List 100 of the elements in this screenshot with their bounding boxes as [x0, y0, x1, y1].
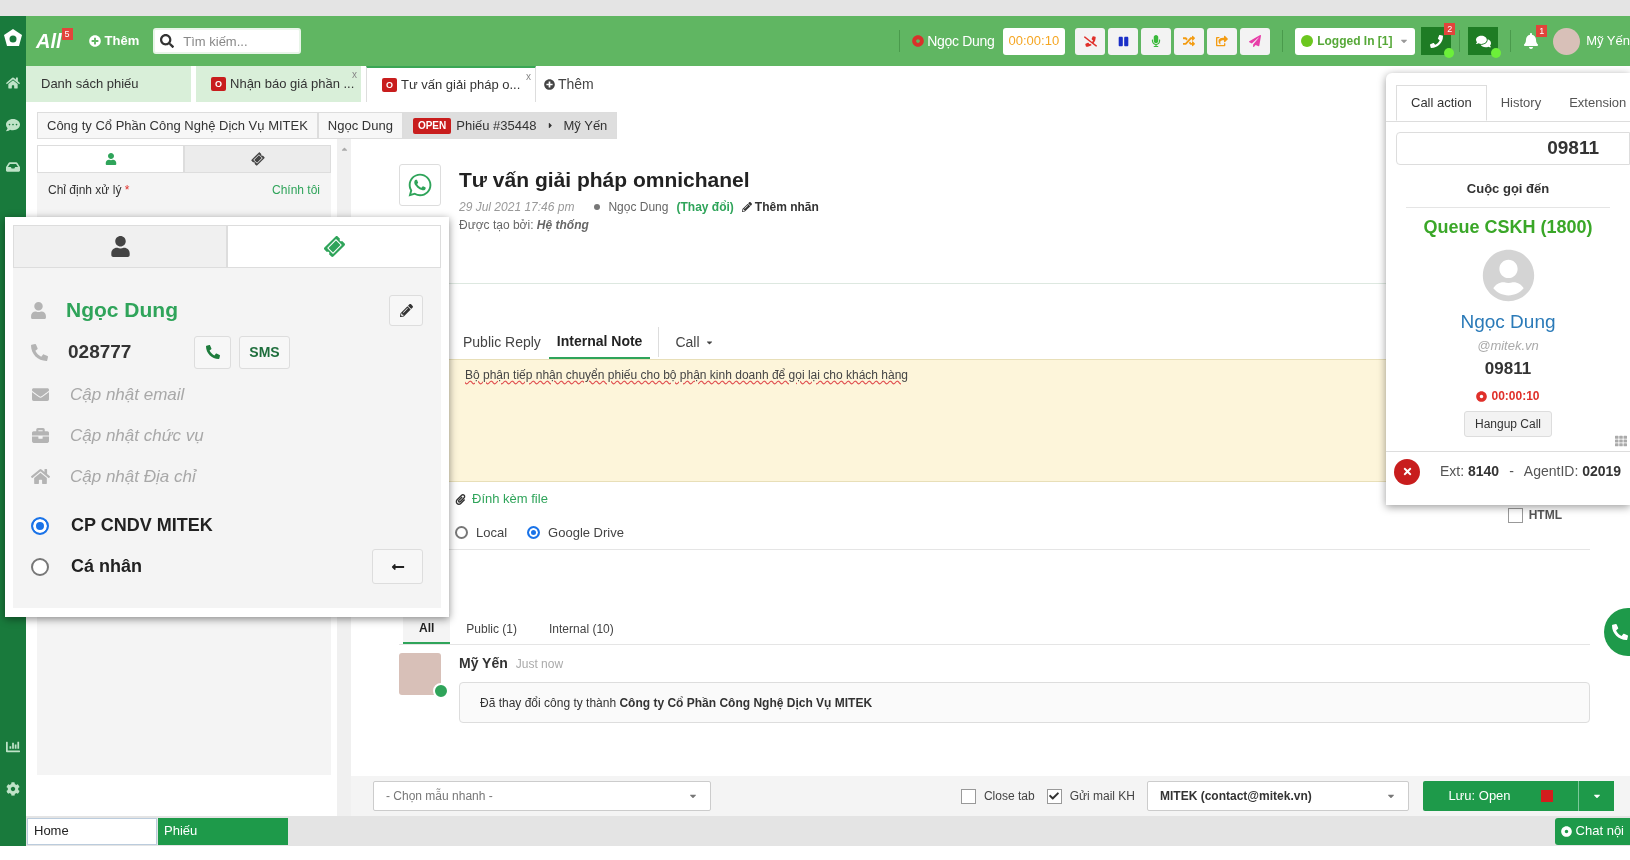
status-badge: O [382, 78, 397, 92]
caller-name: Ngọc Dung [927, 31, 995, 51]
field-label: Chỉ định xử lý * [48, 182, 130, 199]
status-badge: O [211, 77, 226, 91]
save-button[interactable]: Lưu: Open [1423, 781, 1578, 811]
activity-tab[interactable]: Internal (10) [533, 614, 630, 644]
transfer-button[interactable] [1207, 27, 1238, 55]
breadcrumb-link[interactable]: Ngọc Dung [317, 112, 403, 139]
radio-label[interactable]: Local [476, 522, 508, 543]
plus-icon [88, 35, 101, 47]
pause-icon [1117, 35, 1129, 47]
paper-plane-icon [1249, 35, 1262, 47]
phone-bubble-icon [407, 172, 433, 198]
search-field[interactable]: Tìm kiếm... [153, 28, 302, 54]
sms-button[interactable]: SMS [239, 335, 290, 369]
activity-tab[interactable]: Public (1) [450, 614, 534, 644]
radio-button[interactable] [31, 516, 49, 535]
inline-edit-field[interactable]: Cập nhật chức vụ [70, 422, 370, 449]
mailbox-select[interactable]: MITEK (contact@mitek.vn) [1147, 781, 1409, 811]
call-heading: Cuộc gọi đến [1465, 180, 1551, 198]
phone-number: 028777 [68, 339, 133, 364]
chat-button[interactable] [1468, 27, 1499, 55]
home-icon[interactable] [6, 76, 20, 90]
close-tab-button[interactable]: x [526, 69, 531, 84]
breadcrumb-link[interactable]: Công ty Cổ Phần Công Nghệ Dịch Vụ MITEK [37, 112, 318, 139]
caller-name: Ngọc Dung [1459, 309, 1557, 334]
radio-label[interactable]: Google Drive [548, 522, 624, 543]
send-button[interactable] [1240, 27, 1271, 55]
speech-bubble-icon[interactable] [6, 118, 20, 132]
phone-slash-icon [1083, 34, 1097, 48]
count-badge: 2 [1444, 23, 1456, 35]
settings-icon[interactable] [6, 782, 20, 796]
extension-label: Ext: 8140 [1440, 462, 1500, 481]
requester-name: Ngọc Dung [608, 198, 669, 216]
phone-icon [205, 345, 220, 359]
user-badge-icon [433, 683, 449, 699]
close-button[interactable] [1394, 458, 1420, 485]
hangup-button[interactable]: Hangup Call [1463, 411, 1552, 437]
radio-label[interactable]: CP CNDV MITEK [71, 512, 213, 539]
status-badge: OPEN [412, 117, 452, 134]
record-icon [1476, 390, 1488, 402]
inbox-icon[interactable] [6, 160, 20, 174]
checkmark-icon [1049, 791, 1060, 801]
checkbox-label[interactable]: Close tab [983, 787, 1035, 805]
activity-message: Đã thay đổi công ty thành Công ty Cổ Phần Công Nghệ Dịch Vụ MITEK [480, 694, 873, 712]
inline-edit-field[interactable]: Cập nhật email [70, 381, 370, 408]
microphone-icon [1150, 35, 1163, 47]
user-icon [31, 301, 46, 319]
shuffle-button[interactable] [1174, 27, 1205, 55]
call-button[interactable] [194, 335, 231, 369]
ticket-number: Phiếu #35448 [456, 116, 537, 135]
contact-name: Ngọc Dung [66, 297, 178, 324]
plus-icon [544, 78, 555, 90]
radio-label[interactable]: Cá nhân [71, 553, 142, 580]
phone-icon [31, 343, 48, 361]
chart-icon[interactable] [6, 740, 20, 754]
phone-icon [1612, 624, 1628, 640]
pause-button[interactable] [1108, 27, 1139, 55]
tab-label: Tư vấn giải pháp o... [401, 76, 521, 95]
radio-button[interactable] [455, 526, 468, 539]
ticket-icon [249, 150, 266, 168]
reply-tab[interactable]: Public Reply [455, 325, 549, 359]
number-field[interactable]: 09811 [1396, 132, 1630, 165]
chat-button[interactable]: Chat nội [1554, 817, 1630, 845]
bell-icon [1523, 33, 1540, 49]
briefcase-icon [31, 427, 50, 444]
share-icon [1216, 35, 1229, 47]
queue-name: Queue CSKH (1800) [1422, 215, 1594, 239]
user-avatar-icon [1481, 248, 1535, 302]
new-tab-button[interactable]: Thêm [536, 66, 602, 102]
ticket-tab[interactable]: O Tư vấn giải pháp o... x [366, 66, 536, 102]
pencil-icon [741, 201, 752, 212]
template-select[interactable]: - Chọn mẫu nhanh - [373, 781, 711, 811]
paperclip-icon [455, 493, 466, 505]
up-arrow-icon [339, 145, 349, 154]
hangup-button[interactable] [1075, 27, 1106, 55]
reply-dropdown[interactable]: Call [667, 325, 722, 359]
tab-label: Danh sách phiếu [41, 75, 139, 94]
panel-tab[interactable]: History [1486, 85, 1556, 121]
envelope-icon [31, 386, 50, 403]
checkbox[interactable] [1046, 788, 1062, 804]
add-tag-button[interactable]: Thêm nhãn [741, 197, 819, 216]
checkbox-label[interactable]: HTML [1528, 506, 1562, 524]
checkbox[interactable] [1507, 507, 1523, 523]
taskbar-item[interactable]: Phiếu [158, 817, 288, 845]
panel-tab[interactable]: Extension [1555, 85, 1630, 121]
taskbar-item[interactable]: Home [27, 817, 157, 845]
inline-edit-field[interactable]: Cập nhật Địa chỉ [70, 463, 370, 490]
radio-button[interactable] [31, 557, 49, 576]
count-badge: 5 [61, 28, 73, 40]
edit-button[interactable] [389, 294, 423, 326]
caller-phone: 09811 [1483, 357, 1533, 380]
radio-button[interactable] [527, 526, 541, 539]
user-icon [110, 236, 130, 257]
panel-tab[interactable] [13, 225, 227, 268]
logo-icon[interactable] [3, 28, 23, 48]
checkbox-label[interactable]: Gửi mail KH [1069, 787, 1135, 805]
author-avatar [399, 653, 441, 695]
checkbox[interactable] [960, 788, 976, 804]
panel-tab[interactable]: Call action [1396, 85, 1487, 121]
